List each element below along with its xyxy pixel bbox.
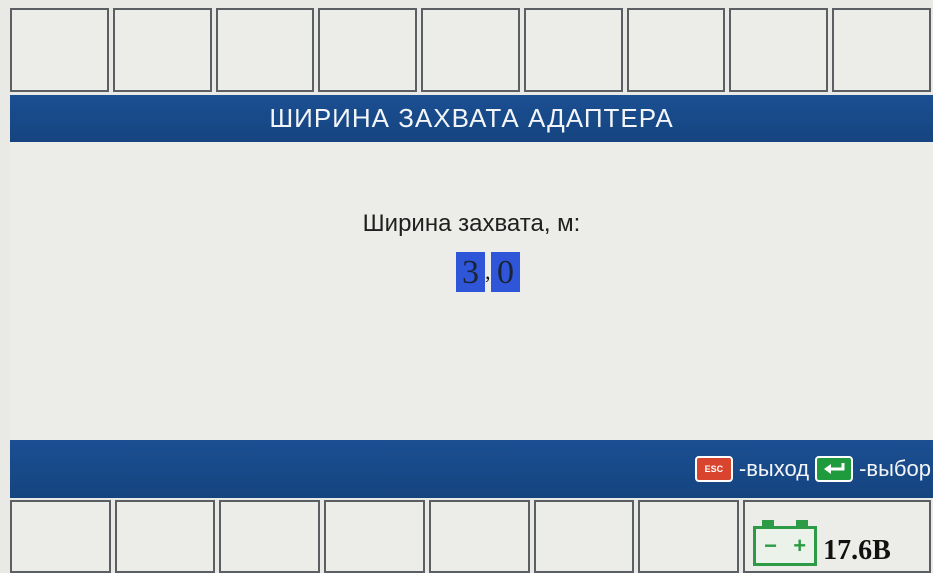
softkey-top-4[interactable] bbox=[318, 8, 418, 92]
softkey-bottom-4[interactable] bbox=[324, 500, 425, 573]
value-input[interactable]: 3 , 0 bbox=[456, 252, 520, 292]
softkey-bottom-1[interactable] bbox=[10, 500, 111, 573]
page-title-bar: ШИРИНА ЗАХВАТА АДАПТЕРА bbox=[10, 95, 933, 142]
field-label: Ширина захвата, м: bbox=[362, 210, 581, 237]
softkey-top-9[interactable] bbox=[832, 8, 932, 92]
device-screen: ШИРИНА ЗАХВАТА АДАПТЕРА Ширина захвата, … bbox=[0, 0, 933, 573]
softkey-top-1[interactable] bbox=[10, 8, 109, 92]
value-digit-integer[interactable]: 3 bbox=[456, 252, 485, 292]
softkey-top-8[interactable] bbox=[729, 8, 829, 92]
top-softkey-row bbox=[10, 8, 932, 92]
enter-key-icon bbox=[815, 456, 854, 482]
softkey-bottom-6[interactable] bbox=[533, 500, 635, 573]
bottom-softkey-row: − + 17.6В bbox=[10, 500, 931, 573]
page-title: ШИРИНА ЗАХВАТА АДАПТЕРА bbox=[269, 103, 674, 133]
softkey-top-3[interactable] bbox=[215, 8, 315, 92]
softkey-bottom-2[interactable] bbox=[114, 500, 216, 573]
softkey-top-5[interactable] bbox=[421, 8, 520, 92]
main-content: Ширина захвата, м: 3 , 0 bbox=[10, 142, 933, 440]
softkey-bottom-5[interactable] bbox=[428, 500, 530, 573]
softkey-bottom-3[interactable] bbox=[219, 500, 321, 573]
enter-hint: -выбор bbox=[859, 456, 931, 481]
battery-status: − + 17.6В bbox=[753, 520, 891, 566]
battery-voltage: 17.6В bbox=[823, 535, 891, 566]
status-cell: − + 17.6В bbox=[743, 500, 931, 573]
softkey-bottom-7[interactable] bbox=[638, 500, 740, 573]
softkey-top-7[interactable] bbox=[626, 8, 726, 92]
value-digit-fraction[interactable]: 0 bbox=[491, 252, 520, 292]
softkey-top-2[interactable] bbox=[112, 8, 212, 92]
esc-key-icon: ESC bbox=[694, 456, 733, 482]
help-bar: ESC -выход -выбор bbox=[10, 440, 933, 498]
softkey-top-6[interactable] bbox=[523, 8, 623, 92]
battery-icon: − + bbox=[753, 520, 818, 566]
esc-hint: -выход bbox=[738, 456, 810, 481]
